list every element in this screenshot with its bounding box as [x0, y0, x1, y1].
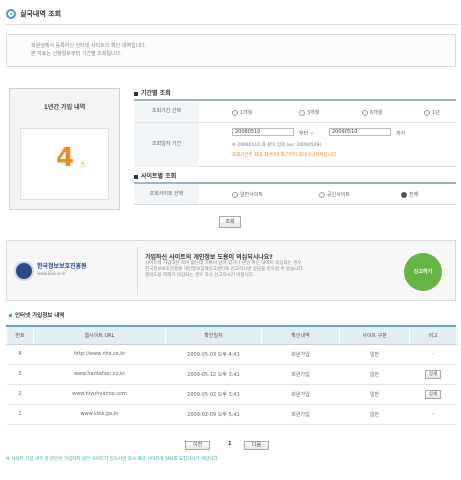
col-header-status: 확인내역 [261, 327, 340, 345]
period-radio-3m[interactable]: 3개월 [299, 109, 319, 116]
cell-action: - [409, 404, 457, 425]
cell-date: 2009-05-12 오후 3:41 [165, 364, 262, 385]
notice-box: 회원님께서 등록하신 인터넷 사이트의 확인 내역입니다. 본 자료는 신청일로… [6, 34, 456, 67]
cell-url: www.klex.go.kr [33, 404, 166, 425]
search-button[interactable]: 조회 [219, 216, 241, 228]
report-button[interactable]: 신고하기 [404, 253, 442, 291]
col-header-type: 사이트 구분 [339, 327, 410, 345]
cell-type: 일반 [339, 404, 410, 425]
cell-no: 4 [6, 344, 34, 365]
report-banner: 한국정보보호진흥원 www.kisa.or.kr 가입하신 사이트의 개인정보 … [6, 240, 456, 301]
cell-status: 회원가입 [261, 404, 340, 425]
period-select-row: 조회기간 선택 1개월 3개월 6개월 1년 [134, 101, 456, 123]
banner-divider [137, 247, 138, 295]
summary-title: 1년간 가입 내역 [43, 104, 86, 111]
cell-url: http://www.nhs.co.kr [33, 344, 166, 365]
banner-body: 사이트에 가입하신 적이 없는데 기록이 남아 있거나 본인 확인 내역이 의심… [145, 261, 305, 278]
site-form: 조회사이트 선택 일반사이트 공인사이트 전체 [134, 182, 456, 205]
footer-note: ※ 사이트 가입 내역 중 본인이 가입하지 않은 사이트가 있으시면 즉시 해… [6, 457, 219, 462]
cell-date: 2009-05-03 오후 4:41 [165, 344, 262, 365]
site-select-row: 조회사이트 선택 일반사이트 공인사이트 전체 [134, 184, 456, 204]
table-row: 4 http://www.nhs.co.kr 2009-05-03 오후 4:4… [6, 344, 457, 365]
banner-headline: 가입하신 사이트의 개인정보 도용이 의심되시나요? [145, 254, 273, 261]
list-section-title: 인터넷 가입정보 내역 [9, 311, 64, 319]
cell-type: 일반 [339, 364, 410, 385]
col-header-date: 확인일자 [165, 327, 262, 345]
cell-action: - [409, 344, 457, 365]
cell-no: 3 [6, 364, 34, 385]
period-section-title: 기간별 조회 [134, 88, 171, 97]
period-radio-1m[interactable]: 1개월 [232, 109, 252, 116]
square-bullet-icon [9, 314, 12, 317]
date-separator: 부터 ~ [299, 131, 314, 137]
cell-no: 2 [6, 384, 34, 405]
cell-status: 회원가입 [261, 344, 340, 365]
site-section-title: 사이트별 조회 [134, 171, 176, 180]
table-row: 1 www.klex.go.kr 2009-02-09 오후 5:41 회원가입… [6, 404, 457, 425]
period-radio-6m[interactable]: 6개월 [362, 109, 382, 116]
square-bullet-icon [134, 174, 138, 179]
summary-count: 4 [55, 143, 75, 173]
col-header-note: 비고 [409, 327, 457, 345]
kisa-logo-name: 한국정보보호진흥원 [37, 263, 87, 270]
summary-box: 1년간 가입 내역 4 건 [9, 88, 120, 210]
row-detail-button[interactable]: 상세 [424, 369, 442, 379]
notice-line: 회원님께서 등록하신 인터넷 사이트의 확인 내역입니다. [31, 43, 147, 49]
cell-url: www.hardahan.co.kr [33, 364, 166, 385]
period-radio-1y[interactable]: 1년 [424, 109, 440, 116]
cell-url: www.hiyuhyahoo.com [33, 384, 166, 405]
join-list-table: 번호 웹사이트 URL 확인일자 확인내역 사이트 구분 비고 4 http:/… [6, 325, 457, 425]
summary-count-unit: 건 [80, 162, 85, 168]
date-to-input[interactable]: 20090510 [329, 128, 391, 136]
row-detail-button[interactable]: 상세 [424, 389, 442, 399]
kisa-logo-icon [14, 261, 34, 281]
square-bullet-icon [134, 91, 138, 96]
table-header-row: 번호 웹사이트 URL 확인일자 확인내역 사이트 구분 비고 [6, 327, 457, 345]
col-header-no: 번호 [6, 327, 34, 345]
page-title: 실국내역 조회 [20, 10, 62, 18]
header-divider [6, 24, 458, 25]
pager-next-button[interactable]: 다음 [244, 441, 269, 450]
cell-date: 2009-05-02 오후 3:41 [165, 384, 262, 405]
site-radio-all[interactable]: 전체 [401, 191, 418, 198]
site-select-label: 조회사이트 선택 [134, 184, 199, 204]
notice-line: 본 자료는 신청일로부터 기간별 조회됩니다. [31, 51, 122, 57]
pager-prev-button[interactable]: 이전 [185, 441, 210, 450]
kisa-logo-url: www.kisa.or.kr [37, 271, 66, 276]
section-bullet-icon [6, 9, 16, 19]
cell-status: 회원가입 [261, 364, 340, 385]
period-date-row: 조회일자 기간 20080510 부터 ~ 20090510 까지 ※ 2009… [134, 123, 456, 167]
date-from-input[interactable]: 20080510 [232, 128, 294, 136]
cell-type: 일반 [339, 344, 410, 365]
table-row: 3 www.hardahan.co.kr 2009-05-12 오후 3:41 … [6, 364, 457, 385]
cell-no: 1 [6, 404, 34, 425]
period-form: 조회기간 선택 1개월 3개월 6개월 1년 조회일자 기간 20080510 … [134, 99, 456, 167]
cell-status: 회원가입 [261, 384, 340, 405]
site-radio-general[interactable]: 일반사이트 [232, 191, 263, 198]
pager-current-page[interactable]: 1 [228, 441, 231, 447]
date-suffix: 까지 [396, 131, 406, 137]
date-example: ※ 20090510 과 같이 입력 (ex: 20090509) [232, 143, 322, 148]
site-radio-certified[interactable]: 공인사이트 [319, 191, 350, 198]
cell-type: 일반 [339, 384, 410, 405]
table-row: 2 www.hiyuhyahoo.com 2009-05-02 오후 3:41 … [6, 384, 457, 405]
cell-date: 2009-02-09 오후 5:41 [165, 404, 262, 425]
period-date-label: 조회일자 기간 [134, 123, 199, 167]
col-header-url: 웹사이트 URL [33, 327, 166, 345]
period-select-label: 조회기간 선택 [134, 101, 199, 122]
date-warning: 조회기간은 최대 1년이며 최근부터 최대 1년까지입니다. [232, 153, 338, 158]
summary-count-panel: 4 건 [20, 128, 109, 200]
